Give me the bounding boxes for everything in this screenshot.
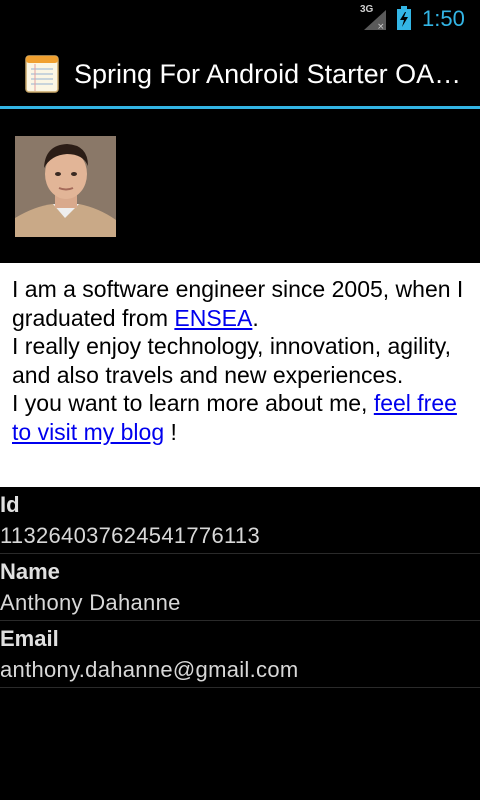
- bio-learn-more-text: I you want to learn more about me,: [12, 390, 374, 417]
- name-value: Anthony Dahanne: [0, 590, 181, 615]
- signal-3g-icon: 3G ×: [360, 4, 388, 30]
- id-value: 113264037624541776113: [0, 523, 260, 548]
- status-time: 1:50: [422, 6, 465, 31]
- action-bar: Spring For Android Starter OAuth: [0, 38, 480, 106]
- action-bar-divider: [0, 106, 480, 109]
- name-row: Name Anthony Dahanne: [0, 555, 480, 621]
- id-label: Id: [0, 492, 20, 517]
- profile-avatar: [15, 136, 116, 237]
- id-row: Id 113264037624541776113: [0, 488, 480, 554]
- email-label: Email: [0, 626, 59, 651]
- bio-learn-more-end: !: [164, 418, 177, 445]
- status-bar: 3G × 1:50: [0, 0, 480, 38]
- svg-text:×: ×: [377, 22, 385, 30]
- bio-intro-end: .: [252, 304, 259, 331]
- app-title: Spring For Android Starter OAuth: [74, 59, 464, 89]
- ensea-link[interactable]: ENSEA: [174, 305, 252, 331]
- battery-charging-icon: [396, 6, 412, 32]
- name-label: Name: [0, 559, 60, 584]
- notepad-icon[interactable]: [24, 54, 60, 94]
- bio-webview: I am a software engineer since 2005, whe…: [0, 263, 480, 487]
- email-row: Email anthony.dahanne@gmail.com: [0, 622, 480, 688]
- email-value: anthony.dahanne@gmail.com: [0, 657, 299, 682]
- bio-interests-text: I really enjoy technology, innovation, a…: [12, 333, 451, 388]
